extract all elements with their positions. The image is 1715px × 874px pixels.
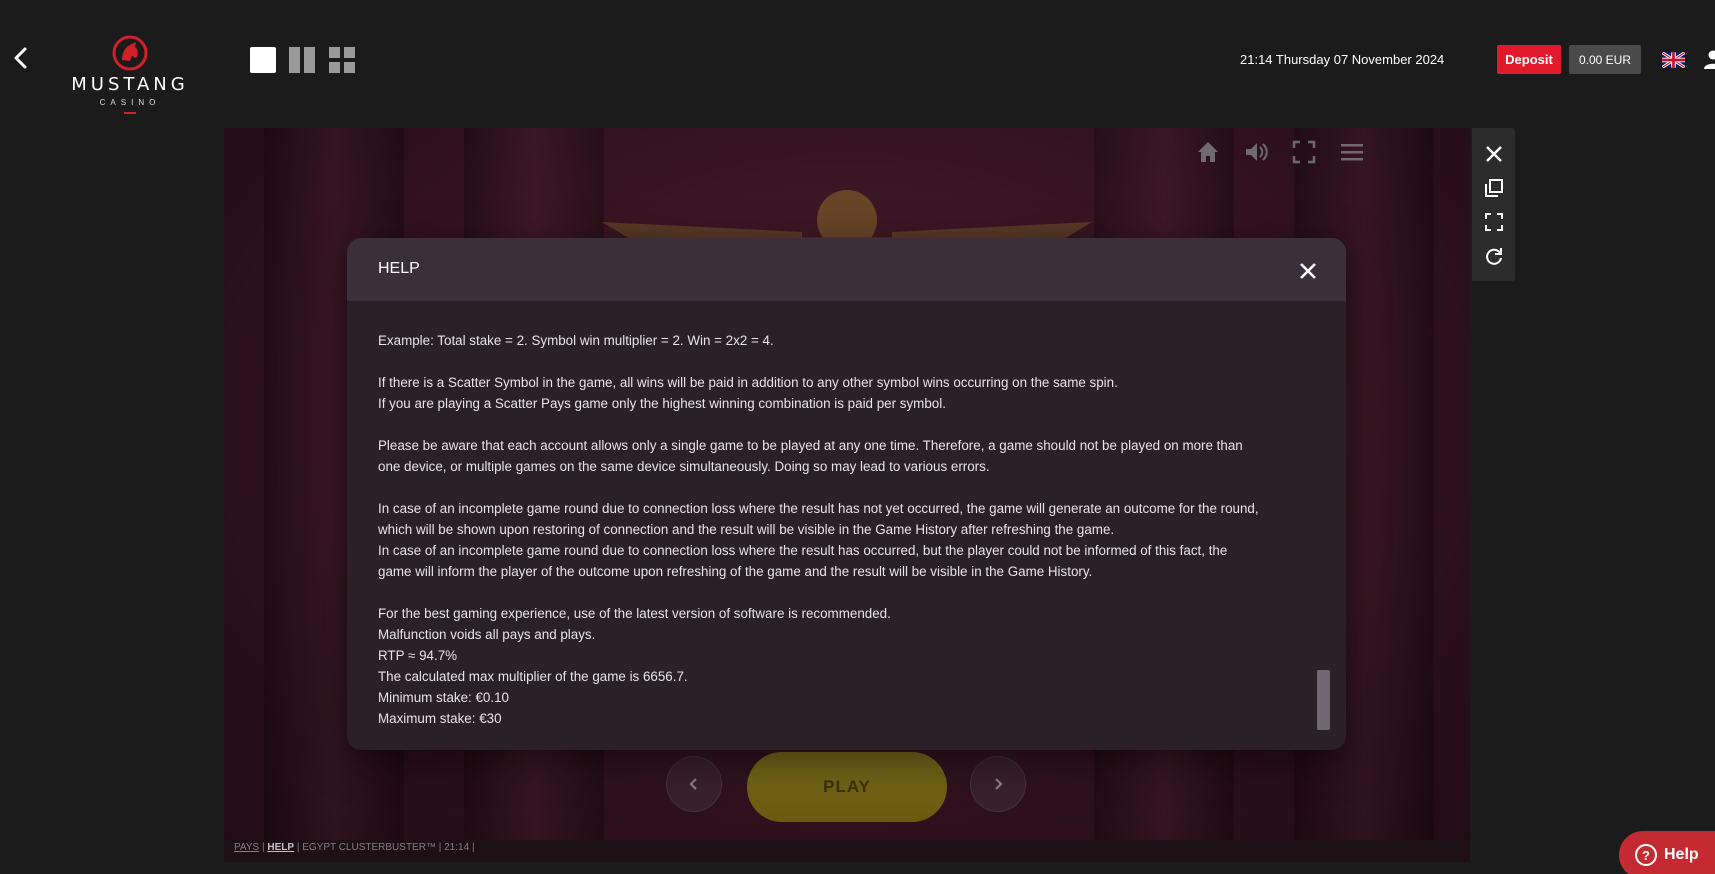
refresh-icon[interactable]: [1482, 244, 1506, 268]
layout-single-icon: [250, 47, 276, 73]
menu-icon[interactable]: [1338, 138, 1366, 166]
deposit-button[interactable]: Deposit: [1497, 45, 1561, 74]
help-line: one device, or multiple games on the sam…: [378, 459, 990, 474]
help-scrollbar-thumb[interactable]: [1317, 670, 1330, 730]
help-paragraph: Please be aware that each account allows…: [378, 435, 1288, 477]
help-paragraph: If there is a Scatter Symbol in the game…: [378, 372, 1288, 414]
help-line: Example: Total stake = 2. Symbol win mul…: [378, 333, 774, 348]
help-line: The calculated max multiplier of the gam…: [378, 669, 688, 684]
help-paragraph: In case of an incomplete game round due …: [378, 498, 1288, 582]
user-icon: [1704, 50, 1715, 69]
top-bar: MUSTANG CASINO 21:14 Thursday 07 Novembe…: [0, 0, 1715, 118]
help-modal: HELP Example: Total stake = 2. Symbol wi…: [347, 238, 1346, 750]
logo-underline: [124, 112, 136, 114]
footer-separator: |: [438, 842, 442, 853]
footer-help-link[interactable]: HELP: [267, 842, 294, 853]
layout-double-button[interactable]: [288, 46, 316, 74]
close-icon[interactable]: [1482, 142, 1506, 166]
layout-quad-button[interactable]: [328, 46, 356, 74]
chevron-left-icon: [14, 47, 27, 69]
datetime-display: 21:14 Thursday 07 November 2024: [1240, 52, 1445, 67]
help-line: RTP ≈ 94.7%: [378, 648, 458, 663]
footer-game-name: EGYPT CLUSTERBUSTER™: [302, 842, 436, 853]
casino-logo[interactable]: MUSTANG CASINO: [60, 34, 200, 114]
help-chat-label: Help: [1664, 846, 1699, 863]
footer-separator: |: [471, 842, 475, 853]
chevron-right-icon: [995, 778, 1003, 790]
help-line: Maximum stake: €30: [378, 711, 502, 726]
logo-subtitle: CASINO: [99, 98, 161, 107]
language-selector[interactable]: [1661, 51, 1686, 69]
logo-name: MUSTANG: [71, 74, 189, 95]
help-chat-button[interactable]: ? Help: [1619, 831, 1715, 874]
help-modal-title: HELP: [378, 260, 420, 277]
chevron-left-icon: [689, 778, 697, 790]
expand-icon[interactable]: [1482, 210, 1506, 234]
help-line: In case of an incomplete game round due …: [378, 501, 1259, 516]
balance-button[interactable]: 0.00 EUR: [1569, 45, 1641, 74]
help-modal-content: Example: Total stake = 2. Symbol win mul…: [378, 330, 1288, 729]
help-line: Malfunction voids all pays and plays.: [378, 627, 596, 642]
footer-separator: |: [261, 842, 265, 853]
help-line: game will inform the player of the outco…: [378, 564, 1093, 579]
copy-icon[interactable]: [1482, 176, 1506, 200]
user-account-button[interactable]: [1703, 49, 1715, 69]
help-line: which will be shown upon restoring of co…: [378, 522, 1115, 537]
help-line: For the best gaming experience, use of t…: [378, 606, 891, 621]
layout-single-button[interactable]: [249, 46, 277, 74]
home-icon[interactable]: [1194, 138, 1222, 166]
footer-time: 21:14: [444, 842, 470, 853]
play-button[interactable]: PLAY: [747, 752, 947, 822]
game-window-controls: [1472, 128, 1515, 281]
mustang-emblem-icon: [112, 35, 148, 71]
fullscreen-icon[interactable]: [1290, 138, 1318, 166]
help-paragraph: Example: Total stake = 2. Symbol win mul…: [378, 330, 1288, 351]
help-modal-header: HELP: [347, 238, 1346, 301]
previous-page-button[interactable]: [666, 756, 722, 812]
footer-pays-link[interactable]: PAYS: [234, 842, 259, 853]
layout-double-icon: [289, 47, 315, 73]
help-line: Please be aware that each account allows…: [378, 438, 1243, 453]
sound-icon[interactable]: [1242, 138, 1270, 166]
next-page-button[interactable]: [970, 756, 1026, 812]
layout-quad-icon: [329, 47, 355, 73]
help-line: Minimum stake: €0.10: [378, 690, 509, 705]
back-button[interactable]: [8, 45, 34, 71]
help-line: If there is a Scatter Symbol in the game…: [378, 375, 1118, 390]
help-paragraph: For the best gaming experience, use of t…: [378, 603, 1288, 729]
question-icon: ?: [1635, 844, 1657, 866]
close-icon[interactable]: [1295, 258, 1321, 284]
game-footer: PAYS | HELP | EGYPT CLUSTERBUSTER™ | 21:…: [234, 842, 475, 853]
help-line: If you are playing a Scatter Pays game o…: [378, 396, 946, 411]
uk-flag-icon: [1661, 51, 1686, 69]
help-line: In case of an incomplete game round due …: [378, 543, 1228, 558]
footer-separator: |: [296, 842, 300, 853]
